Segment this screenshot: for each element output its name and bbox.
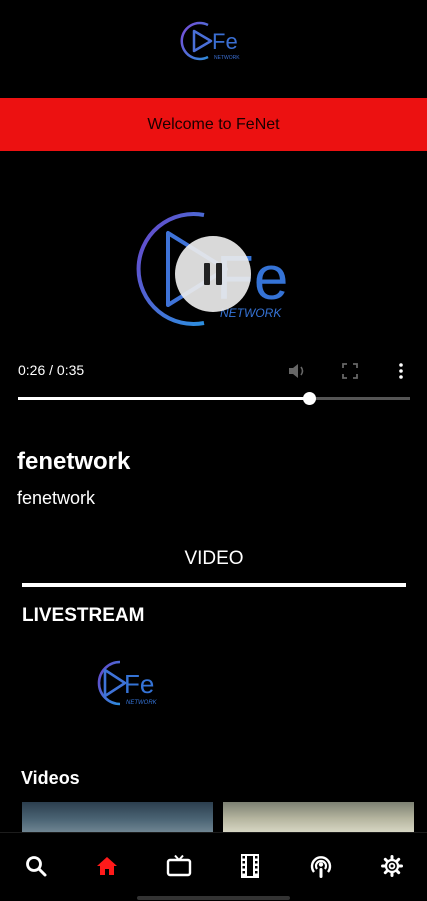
nav-home[interactable]	[92, 851, 122, 881]
app-logo: Fe NETWORK	[178, 18, 248, 64]
volume-icon[interactable]	[287, 362, 307, 380]
pause-icon	[201, 263, 225, 285]
fullscreen-icon[interactable]	[341, 362, 359, 380]
video-thumbnail[interactable]	[22, 802, 213, 832]
tab-active-indicator	[22, 583, 406, 587]
nav-settings[interactable]	[377, 851, 407, 881]
pause-button[interactable]	[175, 236, 251, 312]
nav-search[interactable]	[21, 851, 51, 881]
nav-tv[interactable]	[164, 851, 194, 881]
settings-icon	[381, 855, 403, 877]
channel-subtitle: fenetwork	[17, 488, 96, 508]
home-icon	[97, 857, 117, 875]
logo-subtext: NETWORK	[214, 55, 240, 61]
bottom-navigation	[0, 832, 427, 901]
video-thumbnail[interactable]	[223, 802, 414, 832]
welcome-banner: Welcome to FeNet	[0, 98, 427, 151]
podcast-icon	[310, 856, 332, 878]
livestream-thumbnail[interactable]: Fe NETWORK	[86, 656, 166, 711]
more-vertical-icon[interactable]	[396, 362, 406, 380]
livestream-heading: LIVESTREAM	[22, 605, 145, 626]
progress-scrubber[interactable]	[302, 392, 316, 405]
playback-time: 0:26 / 0:35	[18, 362, 85, 378]
home-indicator	[137, 896, 290, 900]
livestream-logo-subtext: NETWORK	[126, 700, 158, 706]
progress-fill	[18, 397, 310, 400]
livestream-logo-text: Fe	[124, 669, 154, 699]
tv-icon	[166, 854, 192, 877]
search-icon	[26, 856, 47, 877]
videos-heading: Videos	[21, 768, 80, 788]
tab-video[interactable]: VIDEO	[22, 548, 406, 570]
nav-films[interactable]	[235, 851, 265, 881]
logo-text: Fe	[212, 29, 238, 54]
nav-podcasts[interactable]	[306, 851, 336, 881]
film-icon	[241, 854, 259, 878]
welcome-banner-text: Welcome to FeNet	[147, 115, 280, 133]
channel-title: fenetwork	[17, 448, 131, 475]
